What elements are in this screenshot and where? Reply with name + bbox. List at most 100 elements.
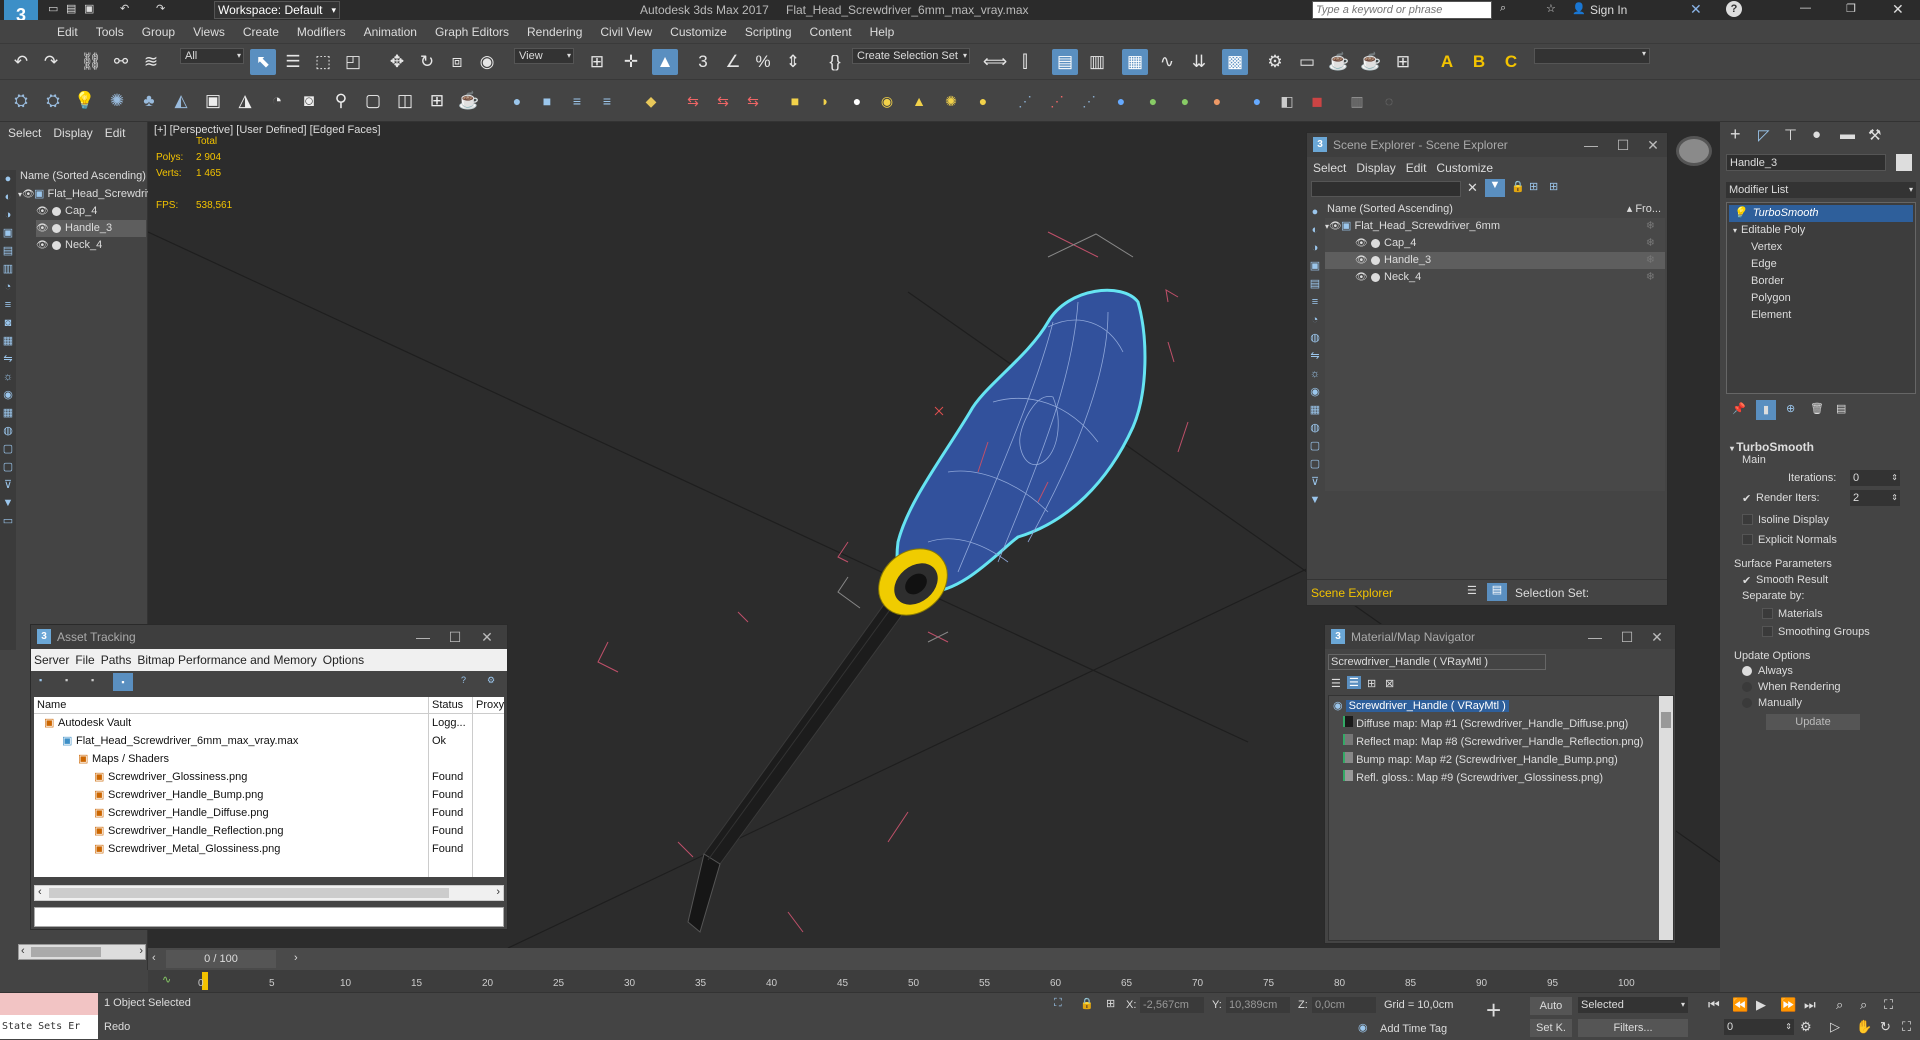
material-tree-scrollbar[interactable] bbox=[1659, 696, 1673, 940]
object-color-swatch[interactable] bbox=[1896, 154, 1912, 171]
material-editor-icon[interactable]: ▩ bbox=[1222, 49, 1248, 75]
list-thumb-icon[interactable]: ☰ bbox=[1347, 676, 1361, 689]
small-tool-icon-1[interactable]: ● bbox=[506, 90, 528, 112]
mirror-icon[interactable]: ⟺ bbox=[982, 49, 1008, 75]
modifier-list-dropdown[interactable]: Modifier List ▾ bbox=[1726, 182, 1916, 198]
modify-tab-icon[interactable]: ◸ bbox=[1758, 126, 1770, 144]
close-icon[interactable]: ✕ bbox=[1639, 133, 1667, 157]
go-to-end-icon[interactable]: ⏭ bbox=[1804, 997, 1816, 1013]
time-next-icon[interactable]: › bbox=[294, 952, 298, 964]
stack-item-editable-poly[interactable]: ▾ Editable Poly bbox=[1729, 222, 1805, 239]
vray-teapot-icon[interactable]: ☕ bbox=[456, 88, 482, 114]
toggle-scene-explorer-icon[interactable]: ▤ bbox=[1052, 49, 1078, 75]
scene-explorer-search[interactable] bbox=[1311, 181, 1461, 197]
se-tree-root[interactable]: ▾👁▣ Flat_Head_Screwdriver_6mm ❄ bbox=[1325, 218, 1665, 235]
previous-frame-icon[interactable]: ⏪ bbox=[1732, 997, 1748, 1013]
small-tool-icon-16[interactable]: ⋰ bbox=[1014, 90, 1036, 112]
small-tool-icon-2[interactable]: ■ bbox=[536, 90, 558, 112]
se-tree-item-handle[interactable]: 👁 Handle_3 ❄ bbox=[1325, 252, 1665, 269]
stack-subitem-vertex[interactable]: Vertex bbox=[1751, 239, 1782, 256]
hierarchy-icon-2[interactable]: ⊞ bbox=[1549, 180, 1558, 193]
selection-filter-dropdown[interactable]: All ▾ bbox=[180, 48, 244, 64]
time-prev-icon[interactable]: ‹ bbox=[152, 952, 156, 964]
time-slider[interactable]: ‹ 0 / 100 › bbox=[148, 948, 1720, 970]
set-key-button[interactable]: Set K. bbox=[1530, 1019, 1572, 1037]
maximize-viewport-icon[interactable]: ⛶ bbox=[1902, 1019, 1911, 1035]
visibility-eye-icon[interactable]: 👁 bbox=[22, 186, 35, 203]
small-tool-icon-21[interactable]: ● bbox=[1174, 90, 1196, 112]
text-b-icon[interactable]: B bbox=[1466, 49, 1492, 75]
minimize-icon[interactable]: — bbox=[1577, 133, 1605, 157]
table-row[interactable]: ▣ Screwdriver_Metal_Glossiness.png Found bbox=[34, 841, 504, 858]
update-button[interactable]: Update bbox=[1766, 714, 1860, 730]
at-menu-options[interactable]: Options bbox=[323, 653, 364, 667]
configure-sets-icon[interactable]: ▤ bbox=[1836, 402, 1846, 415]
at-tool-icon-2[interactable]: ▪ bbox=[65, 675, 68, 685]
select-by-name-icon[interactable]: ☰ bbox=[280, 49, 306, 75]
time-slider-thumb[interactable]: 0 / 100 bbox=[166, 950, 276, 968]
se-tree-item-cap[interactable]: 👁 Cap_4 ❄ bbox=[1325, 235, 1665, 252]
left-column-header[interactable]: Name (Sorted Ascending) bbox=[20, 170, 146, 182]
map-item[interactable]: Diffuse map: Map #1 (Screwdriver_Handle_… bbox=[1343, 716, 1628, 733]
map-item[interactable]: Refl. gloss.: Map #9 (Screwdriver_Glossi… bbox=[1343, 770, 1603, 787]
curve-editor-mini-icon[interactable]: ∿ bbox=[162, 973, 171, 986]
stack-subitem-edge[interactable]: Edge bbox=[1751, 256, 1777, 273]
unlink-icon[interactable]: ⚯ bbox=[108, 49, 134, 75]
visibility-eye-icon[interactable]: 👁 bbox=[36, 237, 49, 254]
search-icon[interactable]: ⌕ bbox=[1500, 2, 1506, 15]
at-tool-icon-3[interactable]: ▪ bbox=[91, 675, 94, 685]
maximize-icon[interactable]: ☐ bbox=[441, 625, 469, 649]
keyboard-shortcut-override-icon[interactable]: ▲ bbox=[652, 49, 678, 75]
at-path-field[interactable] bbox=[34, 907, 504, 927]
vray-physical-camera-icon[interactable]: ◫ bbox=[392, 88, 418, 114]
small-tool-icon-27[interactable]: ◌ bbox=[1378, 90, 1400, 112]
new-file-icon[interactable]: ▭ bbox=[48, 2, 58, 15]
small-tool-icon-8[interactable]: ⇆ bbox=[742, 90, 764, 112]
set-key-plus-icon[interactable]: + bbox=[1486, 995, 1501, 1026]
visibility-bulb-icon[interactable]: 💡 bbox=[1733, 207, 1747, 219]
table-row[interactable]: ▣ Screwdriver_Glossiness.png Found bbox=[34, 769, 504, 786]
scale-icon[interactable]: ⧈ bbox=[444, 49, 470, 75]
left-menu-select[interactable]: Select bbox=[8, 126, 41, 140]
table-row[interactable]: ▣ Maps / Shaders bbox=[34, 751, 504, 768]
isoline-checkbox[interactable] bbox=[1742, 514, 1753, 525]
filter-funnel-icon[interactable]: ▼ bbox=[1485, 179, 1505, 197]
viewport-edged-label[interactable]: [Edged Faces] bbox=[310, 124, 381, 136]
track-bar[interactable]: ∿ 0 5 10 15 20 25 30 35 40 45 50 55 60 65 70 75 80 85 90 95… bbox=[148, 970, 1720, 992]
when-rendering-radio[interactable] bbox=[1742, 682, 1752, 692]
zoom-extents-icon[interactable]: ⛶ bbox=[1884, 997, 1893, 1013]
open-file-icon[interactable]: ▤ bbox=[66, 2, 76, 15]
schematic-view-icon[interactable]: ⇊ bbox=[1186, 49, 1212, 75]
edit-named-selection-icon[interactable]: {} bbox=[822, 49, 848, 75]
vray-sphere-icon[interactable]: ◔ bbox=[264, 88, 290, 114]
map-item[interactable]: Reflect map: Map #8 (Screwdriver_Handle_… bbox=[1343, 734, 1643, 751]
minimize-icon[interactable]: — bbox=[1581, 625, 1609, 649]
small-tool-icon-11[interactable]: ● bbox=[846, 90, 868, 112]
motion-tab-icon[interactable]: ● bbox=[1812, 126, 1821, 143]
redo-quick-icon[interactable]: ↷ bbox=[156, 2, 165, 15]
at-options-icon[interactable]: ⚙ bbox=[487, 675, 495, 686]
materials-checkbox[interactable] bbox=[1762, 608, 1773, 619]
freeze-icon[interactable]: ❄ bbox=[1646, 218, 1655, 235]
small-tool-icon-9[interactable]: ■ bbox=[784, 90, 806, 112]
render-iterative-icon[interactable]: ☕ bbox=[1358, 49, 1384, 75]
layer-explorer-icon[interactable]: ▥ bbox=[1084, 49, 1110, 75]
link-icon[interactable]: ⛓ bbox=[78, 49, 104, 75]
at-menu-file[interactable]: File bbox=[75, 653, 94, 667]
at-tool-icon-1[interactable]: ▪ bbox=[39, 675, 42, 685]
make-unique-icon[interactable]: ⊕ bbox=[1786, 402, 1795, 415]
selection-lock-icon[interactable]: 🔒 bbox=[1080, 997, 1094, 1010]
key-filters-button[interactable]: Filters... bbox=[1578, 1019, 1688, 1037]
se-side-toolbar[interactable]: ● ◐ ◑ ▣ ▤ ≡ ◔ ◍ ⇋ ☼ ◉ ▦ ◍ ▢ ▢ ⊽ ▼ bbox=[1307, 203, 1323, 506]
pan-icon[interactable]: ✋ bbox=[1856, 1019, 1872, 1035]
small-tool-icon-10[interactable]: ◗ bbox=[814, 90, 836, 112]
at-horizontal-scrollbar[interactable]: ‹ › bbox=[34, 885, 504, 901]
select-object-icon[interactable]: ⬉ bbox=[250, 49, 276, 75]
menu-animation[interactable]: Animation bbox=[355, 20, 426, 44]
vray-proxy-icon[interactable]: ◭ bbox=[168, 88, 194, 114]
vray-render-icon[interactable]: ⛭ bbox=[8, 88, 34, 114]
align-icon[interactable]: ⫿ bbox=[1012, 49, 1038, 75]
visibility-eye-icon[interactable]: 👁 bbox=[1329, 218, 1342, 235]
auto-key-button[interactable]: Auto bbox=[1530, 997, 1572, 1015]
small-tool-icon-25[interactable]: ◼ bbox=[1306, 90, 1328, 112]
